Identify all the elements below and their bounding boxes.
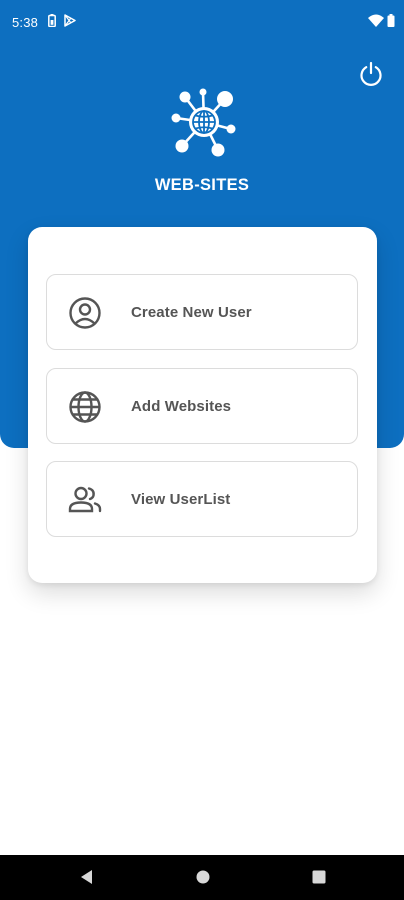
add-websites-button[interactable]: Add Websites xyxy=(46,368,358,444)
app-title: WEB-SITES xyxy=(154,176,250,194)
view-userlist-label: View UserList xyxy=(131,491,231,508)
create-new-user-label: Create New User xyxy=(131,304,252,321)
battery-icon xyxy=(387,14,395,27)
navigation-bar xyxy=(0,855,404,900)
power-icon[interactable] xyxy=(357,60,385,88)
home-icon[interactable] xyxy=(193,867,213,887)
users-icon xyxy=(68,486,102,513)
menu-card: Create New User Add Websites View UserLi… xyxy=(28,227,377,583)
view-userlist-button[interactable]: View UserList xyxy=(46,461,358,537)
recents-icon[interactable] xyxy=(309,867,329,887)
play-store-icon xyxy=(64,14,76,27)
battery-saver-icon xyxy=(48,14,56,27)
status-time: 5:38 xyxy=(12,15,39,30)
user-circle-icon xyxy=(69,297,101,329)
globe-icon xyxy=(69,391,101,423)
add-websites-label: Add Websites xyxy=(131,398,232,415)
create-new-user-button[interactable]: Create New User xyxy=(46,274,358,350)
network-globe-logo xyxy=(171,88,236,157)
wifi-icon xyxy=(368,14,384,27)
back-icon[interactable] xyxy=(77,867,97,887)
status-bar: 5:38 xyxy=(0,0,404,44)
